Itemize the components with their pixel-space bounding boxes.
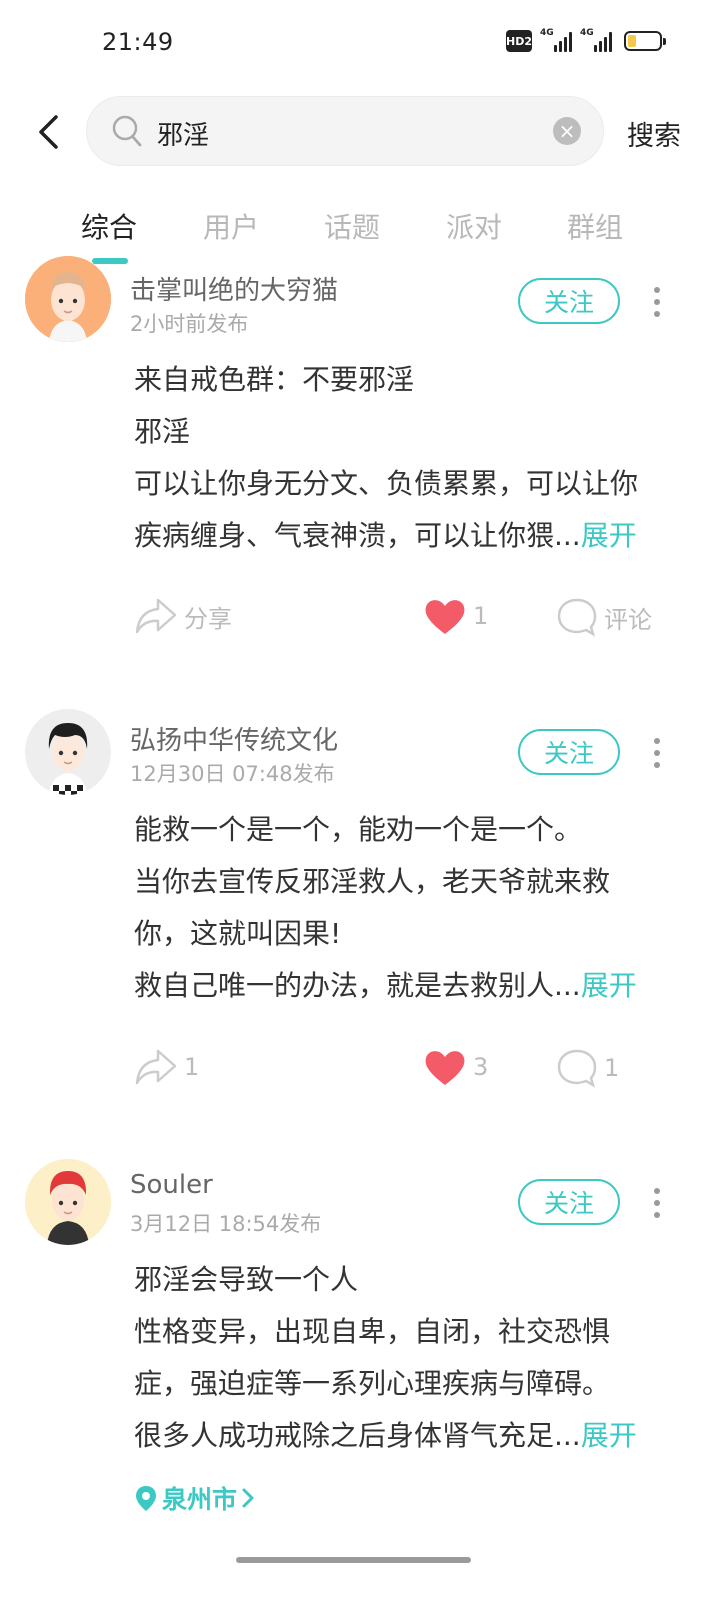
share-label: 分享 [184,604,232,633]
post-line: 邪淫 [134,415,191,448]
tab-users[interactable]: 用户 [181,206,281,246]
avatar-face-icon [25,1159,111,1245]
share-icon [135,1049,177,1085]
post-line: 来自戒色群：不要邪淫 [134,363,415,396]
like-count: 3 [473,1053,489,1081]
battery-icon [624,31,666,51]
post-line: 救自己唯一的办法，就是去救别人...展开 [134,960,674,1012]
expand-link[interactable]: 展开 [581,969,637,1002]
expand-link[interactable]: 展开 [581,519,637,552]
signal-tag: 4G [540,28,554,38]
signal-tag-2: 4G [580,28,594,38]
comment-count: 1 [604,1054,620,1082]
share-button[interactable]: 1 [134,1047,199,1087]
location-tag[interactable]: 泉州市 [134,1480,255,1516]
comment-button[interactable]: 评论 [556,596,652,638]
avatar[interactable] [25,1159,111,1245]
share-count: 1 [184,1053,200,1081]
post-line: 疾病缠身、气衰神溃，可以让你猥...展开 [134,510,674,562]
tab-topics[interactable]: 话题 [302,206,402,246]
signal-icon: 4G [540,28,572,52]
username[interactable]: 弘扬中华传统文化 [130,720,338,757]
post-actions: 1 3 1 [0,1047,720,1097]
comment-icon [557,598,597,637]
tab-party[interactable]: 派对 [424,206,524,246]
back-icon [39,115,58,149]
search-button[interactable]: 搜索 [627,114,681,153]
signal-icon-2: 4G [580,28,612,52]
post-time: 3月12日 18:54发布 [130,1212,322,1236]
tab-all[interactable]: 综合 [59,206,159,246]
location-pin-icon [136,1486,156,1511]
avatar[interactable] [25,256,111,342]
avatar-face-icon [25,256,111,342]
more-options-icon[interactable] [650,287,664,317]
status-icons: HD2 4G 4G [506,28,666,52]
post-line-text: 救自己唯一的办法，就是去救别人... [134,969,581,1002]
tab-indicator [92,258,128,264]
tab-groups[interactable]: 群组 [545,206,645,246]
clear-icon[interactable]: × [553,117,581,145]
comment-icon [557,1049,597,1088]
username[interactable]: Souler [130,1170,213,1200]
post-line: 当你去宣传反邪淫救人，老天爷就来救 [134,865,611,898]
post-line: 可以让你身无分文、负债累累，可以让你 [134,467,639,500]
like-count: 1 [473,602,489,630]
location-label: 泉州市 [162,1485,238,1514]
comment-label: 评论 [604,605,652,634]
avatar-face-icon [25,709,111,795]
post-line-text: 很多人成功戒除之后身体肾气充足... [134,1419,581,1452]
post-actions: 分享 1 评论 [0,596,720,646]
expand-link[interactable]: 展开 [581,1419,637,1452]
heart-icon [425,1051,465,1085]
share-button[interactable]: 分享 [134,596,232,636]
status-time: 21:49 [102,28,174,56]
status-bar: 21:49 HD2 4G 4G [0,0,720,88]
username[interactable]: 击掌叫绝的大穷猫 [130,270,338,307]
share-icon [135,598,177,634]
post-content[interactable]: 邪淫会导致一个人 性格变异，出现自卑，自闭，社交恐惧 症，强迫症等一系列心理疾病… [134,1254,674,1462]
follow-button[interactable]: 关注 [518,1179,620,1225]
post-line: 性格变异，出现自卑，自闭，社交恐惧 [134,1315,611,1348]
back-button[interactable] [28,108,68,156]
post-line: 很多人成功戒除之后身体肾气充足...展开 [134,1410,674,1462]
post-content[interactable]: 能救一个是一个，能劝一个是一个。 当你去宣传反邪淫救人，老天爷就来救 你，这就叫… [134,804,674,1012]
hd-icon: HD2 [506,30,532,52]
search-header: 邪淫 × 搜索 [0,96,720,168]
more-options-icon[interactable] [650,1188,664,1218]
post-content[interactable]: 来自戒色群：不要邪淫 邪淫 可以让你身无分文、负债累累，可以让你 疾病缠身、气衰… [134,354,674,562]
heart-icon [425,600,465,634]
post-line: 邪淫会导致一个人 [134,1263,359,1296]
post-time: 2小时前发布 [130,312,249,336]
post-line-text: 疾病缠身、气衰神溃，可以让你猥... [134,519,581,552]
post-time: 12月30日 07:48发布 [130,762,335,786]
follow-button[interactable]: 关注 [518,278,620,324]
home-indicator[interactable] [236,1557,471,1563]
comment-button[interactable]: 1 [556,1047,619,1089]
post-line: 症，强迫症等一系列心理疾病与障碍。 [134,1367,611,1400]
follow-button[interactable]: 关注 [518,729,620,775]
battery-fill [628,35,636,47]
avatar[interactable] [25,709,111,795]
like-button[interactable]: 1 [423,596,488,636]
chevron-right-icon [242,1488,254,1508]
search-query: 邪淫 [157,121,210,151]
search-input[interactable]: 邪淫 × [86,96,604,166]
post-line: 你，这就叫因果! [134,917,342,950]
more-options-icon[interactable] [650,738,664,768]
like-button[interactable]: 3 [423,1047,488,1087]
post-line: 能救一个是一个，能劝一个是一个。 [134,813,583,846]
result-tabs: 综合 用户 话题 派对 群组 [0,206,720,266]
search-icon [112,115,142,147]
